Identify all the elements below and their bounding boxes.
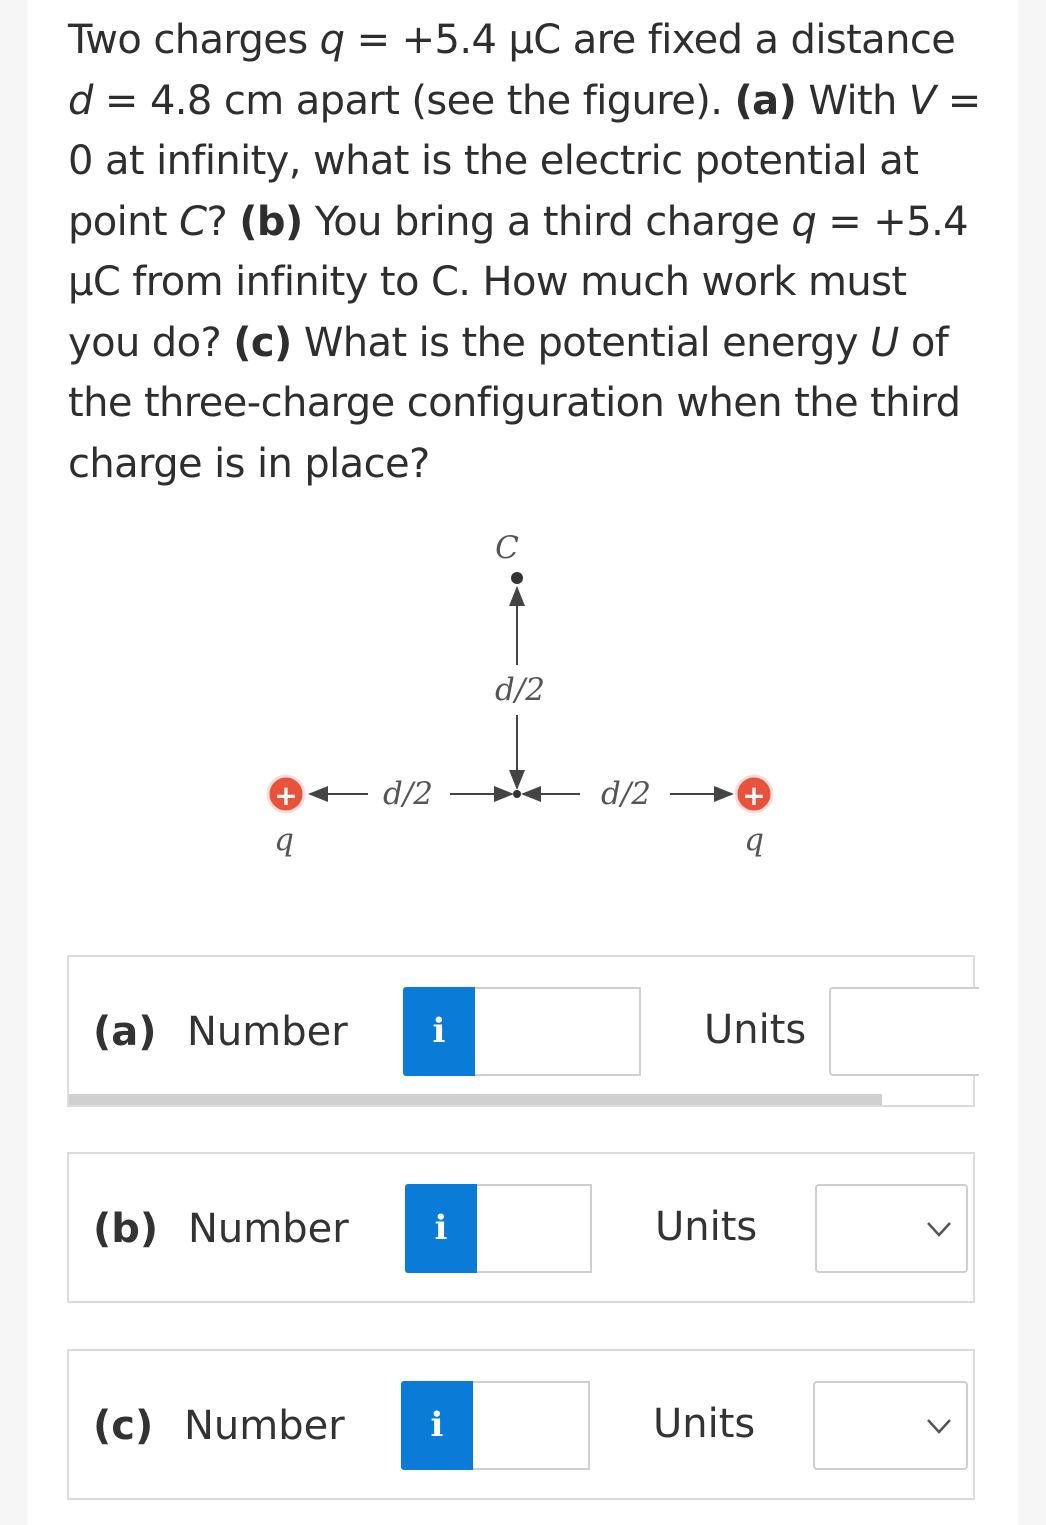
info-icon: i — [432, 1011, 446, 1051]
variable-v: V — [908, 77, 936, 124]
part-a-label: (a) — [93, 1009, 157, 1055]
variable-c: C — [179, 198, 207, 245]
variable-q: q — [319, 17, 345, 63]
units-label: Units — [704, 1007, 807, 1053]
problem-text: You bring a third charge — [302, 198, 792, 245]
part-b-label: (b) — [93, 1206, 159, 1252]
progress-bar — [69, 1094, 882, 1105]
number-label: Number — [184, 1403, 345, 1449]
right-charge-sign: + — [742, 779, 765, 812]
point-c-dot — [511, 572, 523, 584]
info-button[interactable]: i — [401, 1381, 473, 1470]
part-a-tag: (a) — [734, 77, 797, 124]
part-c-tag: (c) — [233, 319, 292, 366]
part-c-label: (c) — [93, 1403, 154, 1449]
variable-u: U — [870, 319, 899, 366]
variable-d: d — [68, 77, 93, 124]
chevron-down-icon — [927, 1419, 951, 1434]
number-label: Number — [188, 1206, 349, 1252]
midpoint-dot — [513, 790, 521, 798]
problem-text: With — [796, 77, 909, 124]
problem-text: What is the potential energy — [291, 319, 871, 366]
problem-statement: Two charges q = +5.4 μC are fixed a dist… — [68, 10, 988, 494]
number-input-c[interactable] — [473, 1381, 590, 1470]
units-label: Units — [653, 1401, 756, 1447]
info-icon: i — [430, 1405, 444, 1445]
right-distance-label: d/2 — [601, 776, 651, 812]
problem-text: Two charges — [68, 17, 320, 63]
number-input-a[interactable] — [475, 987, 641, 1076]
chevron-down-icon — [927, 1222, 951, 1237]
number-label: Number — [187, 1009, 348, 1055]
units-label: Units — [655, 1204, 758, 1250]
variable-q: q — [791, 198, 817, 245]
charge-figure: C d/2 + q + q d/2 d/2 — [250, 520, 790, 860]
units-select-c[interactable] — [813, 1381, 968, 1470]
problem-text: ? — [206, 198, 240, 245]
info-button[interactable]: i — [405, 1184, 477, 1273]
vertical-distance-label: d/2 — [495, 672, 545, 708]
units-select-b[interactable] — [815, 1184, 968, 1273]
point-c-label: C — [495, 530, 519, 566]
answer-row-c: (c) Number i Units — [67, 1349, 975, 1500]
info-icon: i — [434, 1208, 448, 1248]
answer-row-b: (b) Number i Units — [67, 1152, 975, 1303]
info-button[interactable]: i — [403, 987, 475, 1076]
left-distance-label: d/2 — [383, 776, 433, 812]
left-charge-label: q — [274, 822, 294, 858]
problem-text: = +5.4 μC are fixed a distance — [344, 17, 956, 63]
answer-row-a: (a) Number i Units — [67, 955, 979, 1107]
number-input-b[interactable] — [477, 1184, 592, 1273]
part-b-tag: (b) — [239, 198, 303, 245]
charge-diagram: C d/2 + q + q d/2 d/2 — [266, 530, 774, 858]
left-charge-sign: + — [274, 779, 297, 812]
problem-text: = 4.8 cm apart (see the figure). — [92, 77, 735, 124]
units-input-a[interactable] — [829, 987, 979, 1076]
right-charge-label: q — [744, 822, 764, 858]
